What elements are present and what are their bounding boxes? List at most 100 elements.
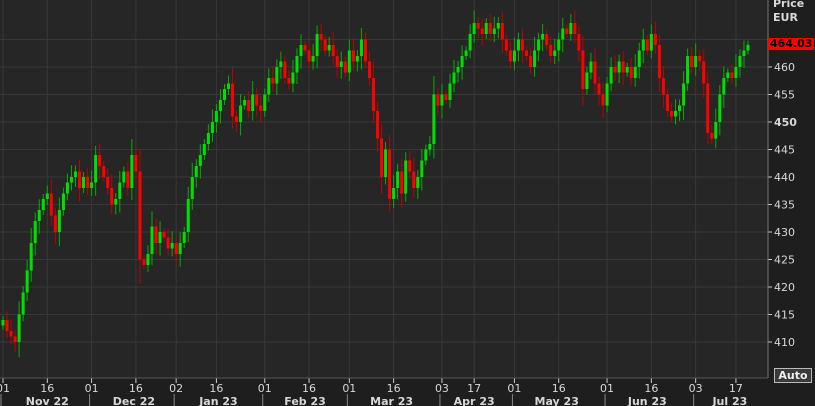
candle-body [218,100,222,111]
candle-body [698,56,702,62]
candle-body [718,94,722,122]
candle-body [541,34,545,40]
candle-body [303,45,307,51]
candle-body [589,61,593,73]
candle-body [45,193,49,199]
candle-body [738,56,742,67]
candle-body [690,56,694,67]
candle-body [110,188,114,205]
candle-body [645,39,649,51]
y-tick-label: 425 [774,254,795,267]
candle-body [17,314,21,342]
candle-body [742,50,746,56]
candle-body [343,61,347,73]
candle-body [581,50,585,89]
candle-body [299,45,303,56]
candle-body [25,270,29,293]
y-tick-label: 455 [774,89,795,102]
candle-body [29,243,33,271]
candle-body [126,171,130,188]
x-day-label: 01 [600,382,614,395]
candle-body [669,111,673,117]
candle-body [315,34,319,56]
candle-body [355,56,359,62]
candle-body [53,215,57,232]
candle-body [404,160,408,194]
candle-body [633,67,637,78]
candle-body [384,149,388,177]
candle-body [504,39,508,51]
x-day-label: 02 [169,382,183,395]
candle-body [166,237,170,249]
candle-body [520,39,524,51]
candle-body [585,72,589,89]
y-tick-label: 435 [774,199,795,212]
candle-body [239,105,243,122]
candle-body [456,67,460,73]
candle-body [98,155,102,166]
candle-body [307,50,311,62]
candle-body [231,83,235,117]
y-tick-label: 460 [774,61,795,74]
candle-body [41,199,45,210]
x-month-label: Dec 22 [113,395,155,406]
candle-body [150,226,154,254]
candle-body [468,34,472,51]
candle-body [496,23,500,29]
auto-scale-button[interactable]: Auto [774,368,812,383]
candle-body [186,199,190,232]
candle-body [537,39,541,51]
candle-body [247,100,251,111]
candle-body [428,144,432,150]
candle-body [569,23,573,34]
candle-body [359,39,363,56]
candle-body [162,232,166,238]
candle-body [380,138,384,177]
candle-body [649,34,653,51]
candle-body [57,210,61,232]
candle-body [529,56,533,67]
axis-header: Price EUR [773,0,804,25]
candle-body [593,61,597,84]
candle-body [480,28,484,34]
candle-body [335,56,339,67]
candle-body [49,193,53,216]
candle-body [327,45,331,51]
candle-body [82,177,86,188]
candle-body [516,39,520,51]
candle-body [657,45,661,78]
candle-body [214,111,218,122]
candle-body [464,50,468,56]
candle-body [621,61,625,73]
candle-body [452,72,456,84]
x-day-label: 17 [467,382,481,395]
candle-body [351,50,355,62]
candle-body [114,199,118,205]
candle-body [678,105,682,111]
candle-body [706,83,710,133]
candle-body [629,67,633,78]
candle-body [94,155,98,183]
candle-body [73,171,77,177]
candle-body [339,61,343,67]
x-day-label: 16 [40,382,54,395]
candle-body [198,155,202,166]
candle-body [376,111,380,139]
currency-label: EUR [773,11,798,24]
candle-body [492,28,496,34]
candle-body [178,243,182,254]
x-month-label: Jan 23 [198,395,237,406]
candle-body [730,72,734,78]
candle-body [726,72,730,78]
candle-body [722,78,726,95]
candle-body [255,94,259,106]
candle-body [609,67,613,84]
candle-body [122,171,126,183]
candle-body [1,320,5,326]
candle-body [400,171,404,194]
candle-body [102,166,106,177]
x-day-label: 16 [644,382,658,395]
candle-body [412,171,416,188]
candle-body [388,149,392,199]
candle-body [283,61,287,78]
